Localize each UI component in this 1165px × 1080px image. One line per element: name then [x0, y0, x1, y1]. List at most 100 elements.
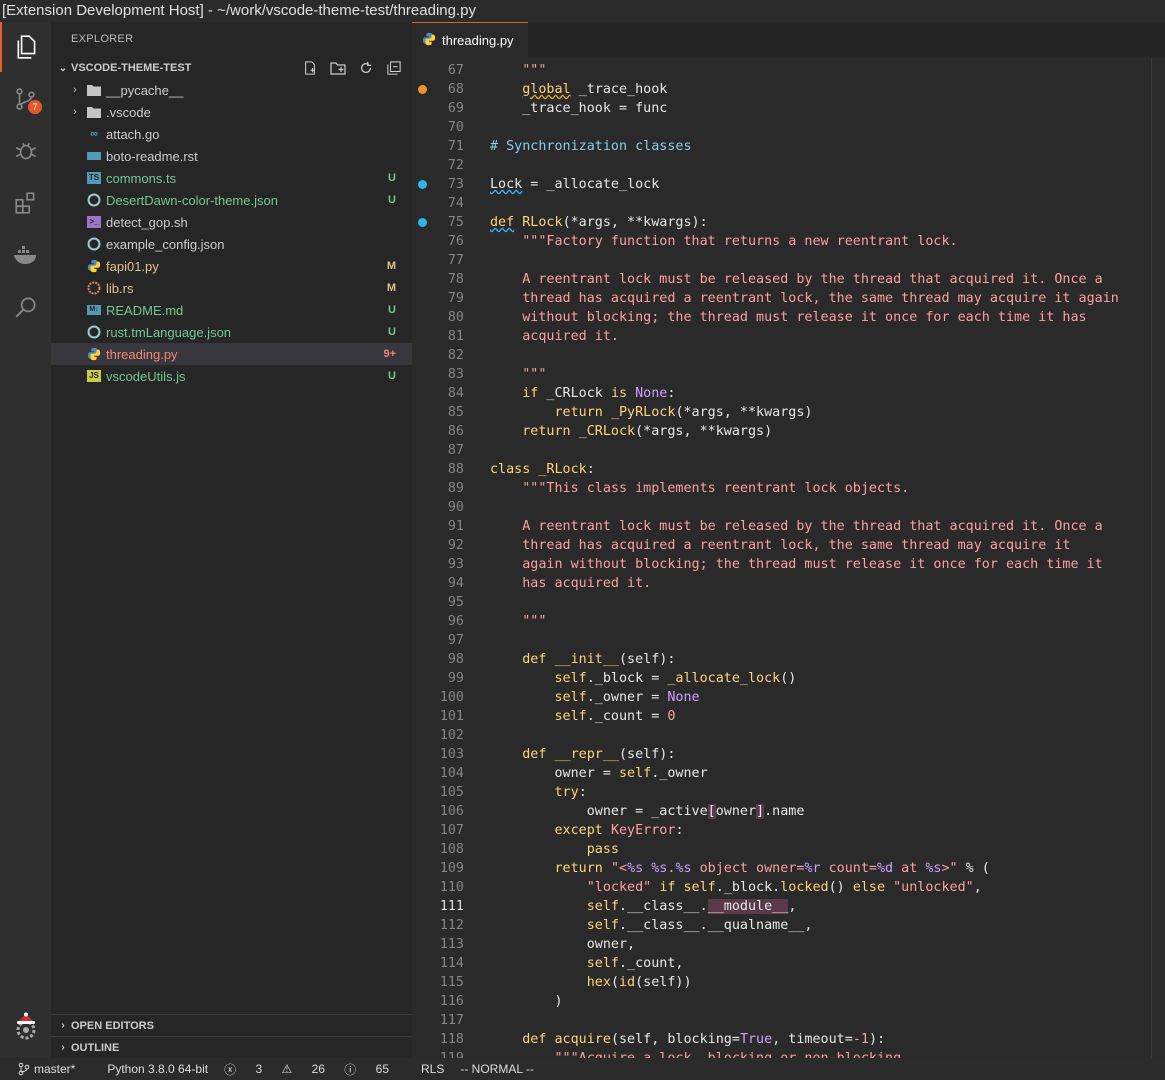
code-line: 76 """Factory function that returns a ne… — [412, 232, 1165, 251]
code-line: 74 — [412, 194, 1165, 213]
line-number: 82 — [447, 348, 464, 363]
code-line: 100 self._owner = None — [412, 688, 1165, 707]
folder-item[interactable]: › __pycache__ — [51, 79, 412, 101]
folder-item[interactable]: › .vscode — [51, 101, 412, 123]
code-line: 95 — [412, 593, 1165, 612]
code-line: 117 — [412, 1011, 1165, 1030]
code-text: return _CRLock(*args, **kwargs) — [522, 424, 773, 439]
python-interpreter[interactable]: Python 3.8.0 64-bit — [107, 1062, 208, 1076]
code-line: 93 again without blocking; the thread mu… — [412, 555, 1165, 574]
new-file-icon[interactable] — [300, 59, 320, 77]
settings-gear-icon[interactable] — [0, 1002, 51, 1052]
refresh-icon[interactable] — [356, 59, 376, 77]
code-text: again without blocking; the thread must … — [490, 557, 1103, 572]
line-number: 104 — [439, 766, 464, 781]
file-item[interactable]: threading.py 9+ — [51, 343, 412, 365]
line-number: 90 — [447, 500, 464, 515]
scm-badge: 7 — [28, 100, 42, 114]
code-line: 101 self._count = 0 — [412, 707, 1165, 726]
extensions-activity-icon[interactable] — [0, 178, 51, 228]
code-text: """Factory function that returns a new r… — [522, 234, 958, 249]
project-section-header[interactable]: ⌄ VSCODE-THEME-TEST — [51, 57, 412, 79]
file-item[interactable]: lib.rs M — [51, 277, 412, 299]
chevron-right-icon: › — [61, 1020, 65, 1031]
shell-file-icon: >_ — [85, 214, 103, 230]
code-line: 79 thread has acquired a reentrant lock,… — [412, 289, 1165, 308]
line-number: 105 — [439, 785, 464, 800]
line-number: 78 — [447, 272, 464, 287]
code-text: def __init__(self): — [522, 652, 676, 667]
line-number: 117 — [439, 1013, 464, 1028]
problems-item[interactable]: ⓧ 3 ⚠ 26 ⓘ 65 — [224, 1061, 405, 1078]
file-item[interactable]: M↓ README.md U — [51, 299, 412, 321]
info-icon: ⓘ — [344, 1062, 357, 1077]
line-number: 98 — [447, 652, 464, 667]
project-name: VSCODE-THEME-TEST — [71, 62, 192, 74]
line-number: 71 — [447, 139, 464, 154]
code-line: 107 except KeyError: — [412, 821, 1165, 840]
file-name: example_config.json — [106, 236, 225, 252]
line-number: 111 — [439, 899, 464, 914]
code-line: 99 self._block = _allocate_lock() — [412, 669, 1165, 688]
code-line: 116 ) — [412, 992, 1165, 1011]
code-text: acquired it. — [490, 329, 619, 344]
code-line: 69 _trace_hook = func — [412, 99, 1165, 118]
line-number: 119 — [412, 1049, 464, 1058]
rls-status[interactable]: RLS — [421, 1062, 444, 1076]
tab-label: threading.py — [442, 33, 514, 48]
code-text: return "<%s %s.%s object owner=%r count=… — [554, 861, 990, 876]
code-line: 94 has acquired it. — [412, 574, 1165, 593]
file-tree: › __pycache__ › .vscode ∞ attach.go boto-readm… — [51, 79, 412, 387]
code-line: 108 pass — [412, 840, 1165, 859]
debug-activity-icon[interactable] — [0, 126, 51, 176]
line-number: 101 — [439, 709, 464, 724]
file-item[interactable]: DesertDawn-color-theme.json U — [51, 189, 412, 211]
docker-activity-icon[interactable] — [0, 230, 51, 280]
code-text: self._count = 0 — [554, 709, 676, 724]
git-status-badge: 9+ — [383, 348, 396, 360]
file-name: lib.rs — [106, 280, 134, 296]
rust-file-icon — [85, 280, 103, 296]
file-item[interactable]: fapi01.py M — [51, 255, 412, 277]
code-text: global _trace_hook — [522, 82, 668, 97]
file-item[interactable]: >_ detect_gop.sh — [51, 211, 412, 233]
tab-threading-py[interactable]: threading.py — [412, 22, 528, 58]
new-folder-icon[interactable] — [328, 59, 348, 77]
code-text: _trace_hook = func — [490, 101, 668, 116]
line-number: 113 — [439, 937, 464, 952]
file-name: boto-readme.rst — [106, 148, 198, 164]
git-branch-icon — [18, 1062, 30, 1076]
file-item[interactable]: example_config.json — [51, 233, 412, 255]
editor-scrollbar[interactable] — [1151, 58, 1165, 1058]
line-number: 87 — [447, 443, 464, 458]
code-text: """This class implements reentrant lock … — [522, 481, 910, 496]
file-item[interactable]: rust.tmLanguage.json U — [51, 321, 412, 343]
collapse-all-icon[interactable] — [384, 59, 404, 77]
branch-item[interactable]: master* — [18, 1062, 91, 1076]
file-item[interactable]: ∞ attach.go — [51, 123, 412, 145]
code-line: 96 """ — [412, 612, 1165, 631]
code-line: 106 owner = _active[owner].name — [412, 802, 1165, 821]
file-item[interactable]: TS commons.ts U — [51, 167, 412, 189]
code-line: 73 Lock = _allocate_lock — [412, 175, 1165, 194]
python-file-icon — [422, 32, 436, 49]
file-item[interactable]: JS vscodeUtils.js U — [51, 365, 412, 387]
outline-section[interactable]: › OUTLINE — [51, 1036, 412, 1058]
file-item[interactable]: boto-readme.rst — [51, 145, 412, 167]
code-text: A reentrant lock must be released by the… — [490, 272, 1103, 287]
code-line: 88 class _RLock: — [412, 460, 1165, 479]
code-line: 89 """This class implements reentrant lo… — [412, 479, 1165, 498]
code-text: thread has acquired a reentrant lock, th… — [490, 538, 1071, 553]
source-control-activity-icon[interactable]: 7 — [0, 74, 51, 124]
search-activity-icon[interactable] — [0, 282, 51, 332]
code-editor[interactable]: 67 """ 68 global _trace_hook 69 _trace_hoo… — [412, 61, 1165, 1058]
code-text: self._block = _allocate_lock() — [554, 671, 797, 686]
open-editors-section[interactable]: › OPEN EDITORS — [51, 1014, 412, 1036]
code-text: A reentrant lock must be released by the… — [490, 519, 1103, 534]
code-line: 111 self.__class__.__module__, — [412, 897, 1165, 916]
outline-label: OUTLINE — [71, 1041, 120, 1054]
line-number: 77 — [447, 253, 464, 268]
explorer-activity-icon[interactable] — [0, 22, 51, 72]
code-line: 110 "locked" if self._block.locked() els… — [412, 878, 1165, 897]
line-number: 75 — [447, 215, 464, 230]
